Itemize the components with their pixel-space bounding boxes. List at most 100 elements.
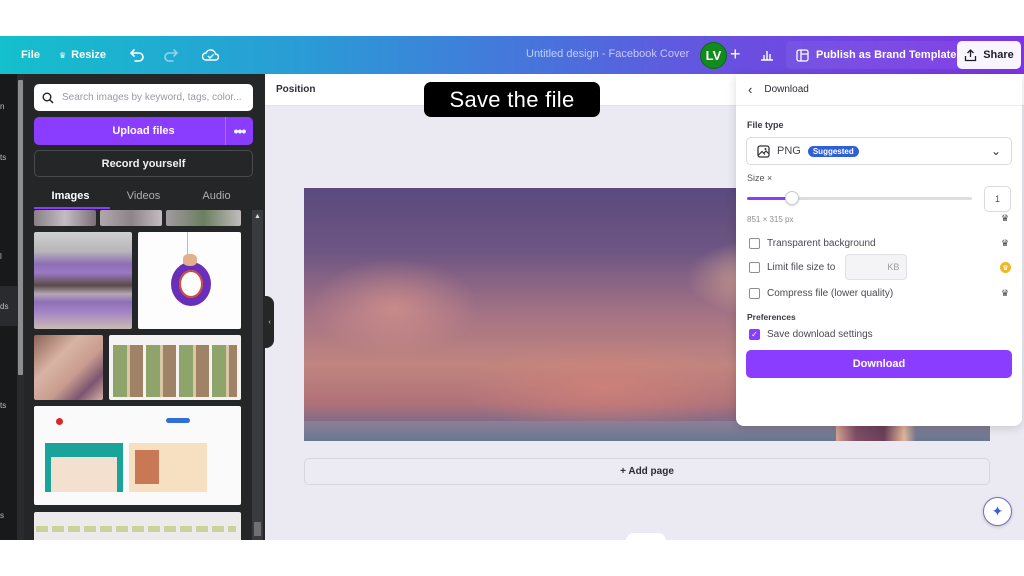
design-title[interactable]: Untitled design - Facebook Cover [526, 48, 689, 60]
file-menu-button[interactable]: File [21, 36, 40, 74]
pro-gold-crown-icon: ♛ [1000, 262, 1011, 273]
rail-scrollbar[interactable] [17, 74, 24, 540]
image-search-field[interactable] [34, 84, 253, 111]
limit-file-size-option[interactable]: Limit file size to KB [749, 254, 908, 280]
browser-bookmarks-preview [36, 526, 236, 532]
image-thumbnail-save-to-pinterest[interactable] [34, 406, 241, 505]
uploads-panel: Upload files ••• Record yourself Images … [24, 74, 265, 540]
image-thumbnail[interactable] [100, 210, 162, 226]
undo-button[interactable] [130, 36, 145, 74]
page-navigator-handle[interactable] [626, 533, 666, 540]
left-nav-rail: n ts l ds ts s [0, 74, 17, 540]
size-input[interactable]: 1 [984, 186, 1011, 212]
publish-brand-template-button[interactable]: Publish as Brand Template [786, 41, 967, 69]
food-grid-preview [113, 345, 237, 397]
instruction-banner: Save the file [424, 82, 600, 117]
file-menu-label: File [21, 49, 40, 61]
pro-crown-icon: ♛ [1001, 213, 1010, 223]
tab-audio[interactable]: Audio [180, 186, 253, 208]
position-button[interactable]: Position [276, 84, 315, 95]
record-label: Record yourself [101, 157, 186, 170]
save-settings-label: Save download settings [767, 329, 873, 340]
add-to-chrome-button-preview [166, 418, 190, 423]
cloud-check-icon [202, 49, 219, 61]
more-options-button[interactable]: ••• [225, 117, 253, 145]
chevron-left-icon: ‹ [268, 318, 271, 326]
canva-editor: File ♛ Resize Untitled design - Facebook… [0, 36, 1024, 540]
rail-item[interactable]: n [0, 102, 4, 111]
transparent-background-label: Transparent background [767, 238, 876, 249]
save-settings-checkbox[interactable]: ✓ [749, 329, 760, 340]
image-thumbnail-pinterest-food[interactable] [109, 335, 241, 400]
add-collaborator-button[interactable]: + [730, 44, 741, 65]
dimensions-readout: 851 × 315 px [747, 215, 794, 224]
uploaded-images-grid [34, 210, 246, 540]
rail-scroll-thumb[interactable] [18, 80, 23, 375]
share-label: Share [983, 49, 1014, 61]
tab-images[interactable]: Images [34, 186, 107, 208]
image-thumbnail-amethyst-bracelet[interactable] [34, 232, 132, 329]
image-thumbnail-butterfly-pendant[interactable] [138, 232, 241, 329]
pendant-butterfly [183, 254, 197, 266]
download-button[interactable]: Download [746, 350, 1012, 378]
rail-item[interactable]: ts [0, 401, 6, 410]
compress-file-option[interactable]: Compress file (lower quality) [749, 288, 893, 299]
redo-icon [164, 49, 178, 62]
pendant-ring [171, 262, 211, 306]
image-thumbnail-browser[interactable] [34, 512, 241, 540]
file-type-select[interactable]: PNG Suggested ⌄ [746, 137, 1012, 165]
add-page-button[interactable]: + Add page [304, 458, 990, 485]
scroll-up-arrow-icon[interactable]: ▲ [254, 213, 261, 220]
user-avatar[interactable]: LV [700, 42, 727, 69]
back-chevron-icon[interactable]: ‹ [748, 82, 752, 97]
rail-item[interactable]: s [0, 511, 4, 520]
upload-files-button[interactable]: Upload files ••• [34, 117, 253, 145]
preferences-label: Preferences [747, 312, 796, 322]
publish-label: Publish as Brand Template [816, 49, 957, 61]
upload-files-label: Upload files [112, 125, 175, 137]
redo-button[interactable] [163, 36, 178, 74]
save-download-settings-option[interactable]: ✓ Save download settings [749, 329, 873, 340]
limit-file-size-checkbox[interactable] [749, 261, 760, 273]
resize-button[interactable]: ♛ Resize [59, 36, 106, 74]
preview-teal-card [45, 443, 123, 492]
preview-peach-card [129, 443, 207, 492]
rail-item[interactable]: ts [0, 153, 6, 162]
file-size-kb-input[interactable]: KB [845, 254, 908, 280]
media-tabs: Images Videos Audio [34, 186, 253, 208]
share-upload-icon [965, 48, 977, 61]
bar-chart-icon [761, 51, 773, 61]
undo-icon [130, 49, 144, 62]
rail-item[interactable]: l [0, 252, 2, 261]
record-yourself-button[interactable]: Record yourself [34, 150, 253, 177]
insights-button[interactable] [760, 36, 774, 74]
active-tab-indicator [34, 207, 110, 209]
rail-item-uploads[interactable]: ds [0, 302, 8, 311]
resize-label: Resize [71, 49, 107, 61]
image-icon [757, 144, 770, 158]
size-slider[interactable] [747, 191, 972, 205]
share-button[interactable]: Share [957, 41, 1021, 69]
limit-file-size-label: Limit file size to [767, 261, 836, 273]
search-input[interactable] [62, 92, 242, 103]
download-panel: ‹ Download File type PNG Suggested ⌄ Siz… [736, 74, 1022, 426]
compress-file-label: Compress file (lower quality) [767, 288, 894, 299]
collapse-panel-handle[interactable]: ‹ [265, 296, 274, 348]
file-type-label: File type [747, 120, 784, 130]
panel-scroll-thumb[interactable] [254, 522, 261, 536]
magic-assistant-button[interactable]: ✦ [983, 497, 1012, 526]
image-thumbnail[interactable] [166, 210, 241, 226]
tab-videos[interactable]: Videos [107, 186, 180, 208]
chevron-down-icon: ⌄ [990, 144, 1001, 158]
file-type-value: PNG [777, 145, 801, 157]
transparent-background-checkbox[interactable] [749, 238, 760, 249]
crown-icon: ♛ [59, 50, 67, 60]
image-thumbnail-wrist-bracelet[interactable] [34, 335, 103, 400]
suggested-badge: Suggested [807, 145, 859, 157]
image-thumbnail[interactable] [34, 210, 96, 226]
cloud-save-status[interactable] [202, 36, 219, 74]
panel-scrollbar[interactable]: ▲ [252, 210, 263, 540]
compress-file-checkbox[interactable] [749, 288, 760, 299]
transparent-background-option[interactable]: Transparent background [749, 238, 876, 249]
size-slider-knob[interactable] [785, 191, 799, 205]
